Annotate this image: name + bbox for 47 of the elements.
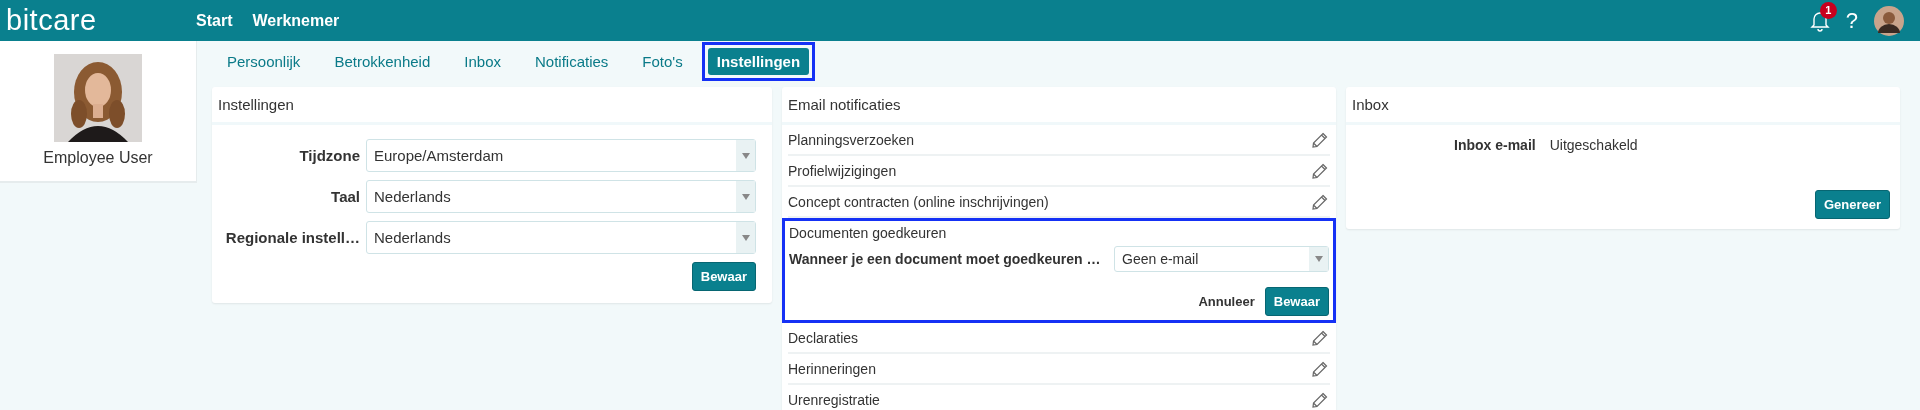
nav-link[interactable]: Werknemer <box>252 11 340 30</box>
pencil-icon[interactable] <box>1312 193 1328 210</box>
field-value: Uitgeschakeld <box>1549 137 1638 153</box>
dropdown-field[interactable]: Nederlands <box>366 180 756 213</box>
pencil-icon[interactable] <box>1312 329 1328 346</box>
panel-title: Inbox <box>1346 87 1900 125</box>
cancel-link[interactable]: Annuleer <box>1198 294 1255 309</box>
tab[interactable]: Betrokkenheid <box>325 47 440 75</box>
notification-label: Declaraties <box>788 329 859 346</box>
notification-label: Planningsverzoeken <box>788 131 915 148</box>
notification-label: Profielwijzigingen <box>788 162 897 179</box>
field-label: Tijdzone <box>298 147 361 164</box>
notification-label: Herinneringen <box>788 360 876 377</box>
tab[interactable]: Inbox <box>455 47 510 75</box>
dropdown-caret-icon <box>1309 247 1328 271</box>
logo: bitcare <box>6 4 98 37</box>
panel-title: Email notificaties <box>782 87 1336 125</box>
field-label: Regionale instell… <box>224 229 361 246</box>
dropdown-field[interactable]: Nederlands <box>366 221 756 254</box>
dropdown-field[interactable]: Geen e-mail <box>1114 246 1329 272</box>
nav-link[interactable]: Start <box>196 11 233 30</box>
pencil-icon[interactable] <box>1312 360 1328 377</box>
pencil-icon[interactable] <box>1312 131 1328 148</box>
pencil-icon[interactable] <box>1312 391 1328 408</box>
tab[interactable]: Instellingen <box>707 47 810 75</box>
notification-badge: 1 <box>1819 1 1837 19</box>
user-name: Employee User <box>43 149 153 167</box>
tab[interactable]: Foto's <box>633 47 692 75</box>
field-label: Wanneer je een document moet goedkeuren … <box>789 251 1102 267</box>
avatar[interactable] <box>1874 5 1904 36</box>
generate-button[interactable]: Genereer <box>1814 190 1890 219</box>
notification-label: Concept contracten (online inschrijvingen) <box>788 193 1049 210</box>
save-button[interactable]: Bewaar <box>691 262 756 291</box>
field-label: Inbox e-mail <box>1454 137 1536 153</box>
tab[interactable]: Notificaties <box>526 47 618 75</box>
dropdown-caret-icon <box>736 181 755 212</box>
pencil-icon[interactable] <box>1312 162 1328 179</box>
dropdown-caret-icon <box>736 140 755 171</box>
tab[interactable]: Persoonlijk <box>218 47 310 75</box>
dropdown-field[interactable]: Europe/Amsterdam <box>366 139 756 172</box>
notification-label: Documenten goedkeuren <box>789 225 947 241</box>
field-label: Taal <box>330 188 361 205</box>
panel-title: Instellingen <box>212 87 772 125</box>
save-button[interactable]: Bewaar <box>1264 287 1329 316</box>
help-link[interactable]: ? <box>1845 7 1858 34</box>
notification-label: Urenregistratie <box>788 391 880 408</box>
dropdown-caret-icon <box>736 222 755 253</box>
